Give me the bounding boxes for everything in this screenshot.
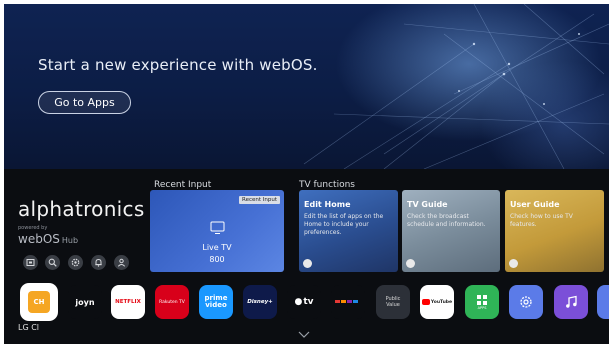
apps-grid-icon [477,294,487,305]
notifications-button[interactable] [91,255,106,270]
webos-hub-logo: webOS Hub [18,232,78,246]
recent-input-heading: Recent Input [154,180,212,190]
app-disney-plus[interactable]: Disney+ [243,285,277,319]
app-public-value[interactable]: Public Value [376,285,410,319]
youtube-play-icon [421,299,430,305]
edit-home-card[interactable]: Edit Home Edit the list of apps on the H… [299,190,398,272]
brand-name: alphatronics [18,197,145,221]
tv-guide-card[interactable]: TV Guide Check the broadcast schedule an… [402,190,500,272]
app-rakuten-tv[interactable]: Rakuten TV [155,285,189,319]
settings-gear-icon [520,296,532,308]
app-prime-video[interactable]: prime video [199,285,233,319]
search-button[interactable] [45,255,60,270]
edit-home-title: Edit Home [304,200,351,209]
chevron-down-icon[interactable] [298,331,310,338]
edit-home-desc: Edit the list of apps on the Home to inc… [304,213,384,236]
recent-input-tag: Recent Input [239,196,280,204]
app-music[interactable] [554,285,588,319]
user-guide-title: User Guide [510,200,560,209]
profile-icon [117,258,126,267]
rakuten-tv-logo: Rakuten TV [159,299,185,305]
user-guide-arrow-icon [509,259,518,268]
hub-logo-text: Hub [61,236,79,245]
app-partial-next[interactable] [597,285,609,319]
app-settings[interactable] [509,285,543,319]
app-apple-tv[interactable]: ● tv [287,285,321,319]
colored-bars-icon [335,300,358,303]
hero-banner[interactable]: Start a new experience with webOS. Go to… [4,4,609,169]
app-rakuten-colors[interactable] [331,285,365,319]
powered-by-label: powered by [18,225,48,231]
tv-guide-desc: Check the broadcast schedule and informa… [407,213,486,228]
tv-icon [210,221,225,234]
settings-button[interactable] [68,255,83,270]
notifications-icon [95,258,102,267]
app-netflix[interactable]: NETFLIX [111,285,145,319]
lg-channels-icon: CH [28,291,50,313]
user-guide-desc: Check how to use TV features. [510,213,573,228]
tv-guide-arrow-icon [406,259,415,268]
recent-input-card[interactable]: Recent Input Live TV 800 [150,190,284,272]
app-joyn[interactable]: joyn [68,285,102,319]
user-guide-card[interactable]: User Guide Check how to use TV features. [505,190,604,272]
input-button[interactable] [23,255,38,270]
app-lg-channels-label: LG Cl [18,323,40,332]
app-youtube[interactable]: YouTube [420,285,454,319]
apps-label: APPS [477,305,487,310]
tv-guide-title: TV Guide [407,200,448,209]
settings-icon [71,258,80,267]
webos-logo-text: webOS [18,232,60,246]
youtube-logo: YouTube [430,299,453,305]
recent-input-channel: 800 [209,255,225,264]
apple-icon: ● [294,297,303,307]
joyn-logo: joyn [75,297,95,307]
apple-tv-logo: tv [303,297,314,307]
netflix-logo: NETFLIX [115,299,141,305]
app-lg-channels[interactable]: CH [20,283,58,321]
go-to-apps-button[interactable]: Go to Apps [38,91,131,114]
app-apps[interactable]: APPS [465,285,499,319]
hero-network-graphic [303,4,609,169]
prime-logo-line2: video [205,301,227,309]
search-icon [48,258,57,267]
edit-home-arrow-icon [303,259,312,268]
hero-title: Start a new experience with webOS. [38,56,318,74]
disney-plus-logo: Disney+ [247,299,273,305]
profile-button[interactable] [114,255,129,270]
tv-functions-heading: TV functions [299,180,355,190]
public-value-line2: Value [386,302,400,308]
recent-input-name: Live TV [202,243,232,252]
input-icon [26,259,35,266]
music-note-icon [566,295,577,308]
